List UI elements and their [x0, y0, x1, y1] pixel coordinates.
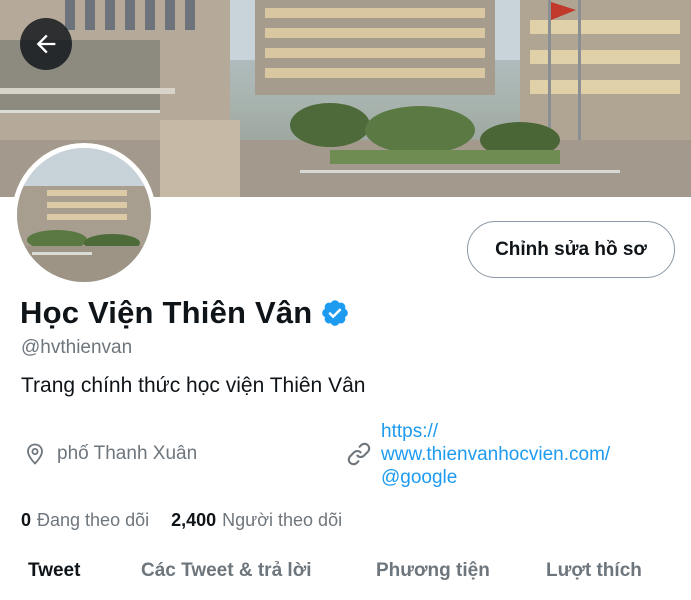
following-label: Đang theo dõi: [37, 510, 150, 530]
following-stat[interactable]: 0 Đang theo dõi: [21, 510, 149, 531]
website-link-line: https://: [381, 421, 439, 442]
tab-tweets-replies[interactable]: Các Tweet & trả lời: [141, 560, 311, 582]
profile-location: phố Thanh Xuân: [23, 442, 197, 466]
website-link-line: www.thienvanhocvien.com/: [381, 444, 611, 465]
followers-count: 2,400: [171, 510, 217, 530]
profile-name: Học Viện Thiên Vân: [20, 295, 313, 330]
following-count: 0: [21, 510, 32, 530]
website-link[interactable]: https:// www.thienvanhocvien.com/ @googl…: [381, 420, 610, 489]
followers-stat[interactable]: 2,400 Người theo dõi: [171, 510, 342, 531]
tab-tweets[interactable]: Tweet: [28, 560, 80, 582]
profile-tabs: Tweet Các Tweet & trả lời Phương tiện Lư…: [0, 556, 691, 600]
profile-name-row: Học Viện Thiên Vân: [20, 295, 350, 331]
followers-label: Người theo dõi: [222, 510, 343, 530]
profile-bio: Trang chính thức học viện Thiên Vân: [21, 374, 366, 397]
back-button[interactable]: [20, 18, 72, 70]
follow-stats: 0 Đang theo dõi 2,400 Người theo dõi: [21, 510, 342, 531]
tab-likes[interactable]: Lượt thích: [546, 560, 642, 582]
link-icon: [347, 442, 371, 466]
location-text: phố Thanh Xuân: [57, 443, 198, 464]
edit-profile-button[interactable]: Chỉnh sửa hồ sơ: [467, 221, 675, 278]
verified-badge-icon: [322, 300, 349, 326]
website-link-line: @google: [381, 467, 458, 488]
avatar[interactable]: [12, 143, 156, 287]
profile-website: https:// www.thienvanhocvien.com/ @googl…: [345, 420, 610, 489]
profile-handle: @hvthienvan: [21, 337, 133, 358]
arrow-left-icon: [36, 34, 56, 54]
location-pin-icon: [27, 443, 43, 465]
tab-media[interactable]: Phương tiện: [376, 560, 490, 582]
